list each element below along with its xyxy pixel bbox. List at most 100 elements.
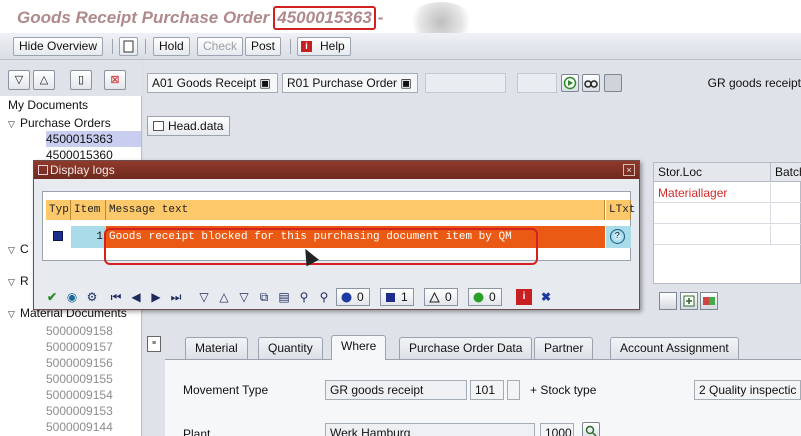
hold-button[interactable]: Hold	[153, 37, 190, 56]
tab-material[interactable]: Material	[185, 337, 248, 359]
success-messages-counter[interactable]: 0	[468, 288, 502, 306]
tree-collapsed-node[interactable]: ▽ R	[8, 273, 29, 289]
confirm-check-icon[interactable]: ✔	[44, 289, 60, 305]
column-header-ltxt[interactable]: LTxt	[606, 200, 635, 220]
tab-partner[interactable]: Partner	[534, 337, 594, 359]
filter-icon[interactable]: ▽	[8, 70, 30, 90]
grid-cell-batch[interactable]	[771, 183, 801, 203]
information-icon[interactable]: i	[516, 289, 532, 305]
help-icon: i	[301, 41, 312, 52]
delete-icon[interactable]: ▯	[70, 70, 92, 90]
find-icon[interactable]	[582, 74, 600, 92]
annotation-highlight	[104, 228, 538, 265]
new-document-icon[interactable]	[119, 37, 138, 56]
tree-collapsed-node[interactable]: ▽ C	[8, 241, 29, 257]
dialog-title: Display logs	[50, 163, 115, 177]
hide-overview-button[interactable]: Hide Overview	[13, 37, 104, 56]
movement-indicator-field[interactable]	[507, 380, 520, 400]
movement-type-text-field[interactable]: GR goods receipt	[325, 380, 467, 400]
dialog-toolbar: ✔ ◉ ⚙ ⏮ ◀ ▶ ⏭ ▽ △ ▽ ⧉ ▤ ⚲ ⚲ 0 1 0 0 i ✖	[38, 287, 635, 307]
tab-where[interactable]: Where	[331, 335, 387, 360]
tree-material-item[interactable]: 5000009155	[46, 371, 113, 387]
row-type-cell[interactable]	[46, 226, 71, 248]
display-logs-dialog: Display logs × Typ Item Message text LTx…	[33, 160, 640, 310]
tree-material-item[interactable]: 5000009154	[46, 387, 113, 403]
column-header-item[interactable]: Item	[71, 200, 106, 220]
document-icon[interactable]: ≡	[147, 336, 161, 352]
tree-material-item[interactable]: 5000009157	[46, 339, 113, 355]
settings-icon[interactable]	[604, 74, 622, 92]
print-icon[interactable]: ▤	[276, 289, 292, 305]
plant-name-field[interactable]: Werk Hamburg	[325, 423, 535, 436]
plant-code-field[interactable]: 1000	[540, 423, 574, 436]
row-item-cell[interactable]: 1	[71, 226, 106, 248]
expanded-triangle-icon: ▽	[8, 119, 15, 129]
tree-purchase-orders[interactable]: ▽ Purchase Orders	[8, 115, 111, 131]
dialog-title-bar[interactable]: Display logs ×	[34, 161, 639, 179]
expanded-triangle-icon: ▽	[8, 277, 15, 287]
column-header-stor-loc[interactable]: Stor.Loc	[654, 163, 771, 182]
technical-info-icon[interactable]: ⚙	[84, 289, 100, 305]
previous-page-icon[interactable]: ◀	[128, 289, 144, 305]
next-page-icon[interactable]: ▶	[148, 289, 164, 305]
stock-type-select[interactable]: 2 Quality inspectic	[694, 380, 801, 400]
head-data-button[interactable]: Head.data	[147, 116, 231, 136]
column-header-batch[interactable]: Batch	[771, 163, 801, 182]
search-icon[interactable]	[582, 422, 600, 436]
close-icon[interactable]: ×	[623, 164, 635, 176]
expand-icon[interactable]: △	[33, 70, 55, 90]
check-button[interactable]: Check	[197, 37, 244, 56]
grid-settings-icon[interactable]	[659, 292, 677, 310]
layout-icon[interactable]	[700, 292, 718, 310]
movement-type-code-field[interactable]: 101	[470, 380, 504, 400]
tree-material-item[interactable]: 5000009153	[46, 403, 113, 419]
grid-cell-stor-loc[interactable]: Materiallager	[654, 183, 771, 203]
tab-account-assignment[interactable]: Account Assignment	[610, 337, 739, 359]
post-button[interactable]: Post	[245, 37, 282, 56]
window-icon	[38, 165, 48, 175]
document-number-input[interactable]	[425, 73, 506, 93]
reference-select[interactable]: R01 Purchase Order ▣	[282, 73, 418, 93]
close-icon[interactable]: ⊠	[104, 70, 126, 90]
grid-cell-empty[interactable]	[771, 204, 801, 224]
grid-cell-empty[interactable]	[654, 225, 771, 245]
tree-po-item[interactable]: 4500015363	[46, 131, 141, 147]
find-icon[interactable]: ⚲	[296, 289, 312, 305]
action-select[interactable]: A01 Goods Receipt ▣	[147, 73, 278, 93]
cancel-x-icon[interactable]: ✖	[538, 289, 554, 305]
export-icon[interactable]	[680, 292, 698, 310]
item-input[interactable]	[517, 73, 557, 93]
tree-material-item[interactable]: 5000009144	[46, 419, 113, 435]
filter-icon[interactable]: ▽	[196, 289, 212, 305]
head-data-label: Head.data	[168, 119, 224, 133]
sort-ascending-icon[interactable]: △	[216, 289, 232, 305]
help-circle-icon[interactable]: ◉	[64, 289, 80, 305]
tree-material-item[interactable]: 5000009158	[46, 323, 113, 339]
row-ltxt-cell[interactable]: ?	[606, 226, 631, 248]
tab-quantity[interactable]: Quantity	[258, 337, 323, 359]
grid-cell-empty[interactable]	[771, 225, 801, 245]
info-messages-counter[interactable]: 1	[380, 288, 414, 306]
last-page-icon[interactable]: ⏭	[168, 289, 184, 305]
tab-purchase-order-data[interactable]: Purchase Order Data	[399, 337, 533, 359]
help-button[interactable]: i Help	[297, 37, 351, 56]
tree-my-documents[interactable]: My Documents	[8, 97, 88, 113]
stop-messages-counter[interactable]: 0	[336, 288, 370, 306]
execute-icon[interactable]	[561, 74, 579, 92]
tree-material-item[interactable]: 5000009156	[46, 355, 113, 371]
sap-window: Goods Receipt Purchase Order 4500015363- …	[0, 0, 801, 436]
movement-type-label: Movement Type	[183, 383, 269, 397]
warning-messages-counter[interactable]: 0	[424, 288, 458, 306]
column-header-message[interactable]: Message text	[106, 200, 605, 220]
toolbar-separator	[290, 39, 291, 54]
window-title: Goods Receipt Purchase Order 4500015363-	[17, 6, 383, 30]
info-square-icon	[53, 231, 63, 241]
long-text-icon: ?	[610, 229, 625, 244]
column-header-typ[interactable]: Typ	[46, 200, 71, 220]
overview-toolbar: ▽ △ ▯ ⊠	[0, 60, 142, 96]
sort-descending-icon[interactable]: ▽	[236, 289, 252, 305]
grid-cell-empty[interactable]	[654, 204, 771, 224]
layout-icon[interactable]: ⧉	[256, 289, 272, 305]
first-page-icon[interactable]: ⏮	[108, 289, 124, 305]
find-next-icon[interactable]: ⚲	[316, 289, 332, 305]
